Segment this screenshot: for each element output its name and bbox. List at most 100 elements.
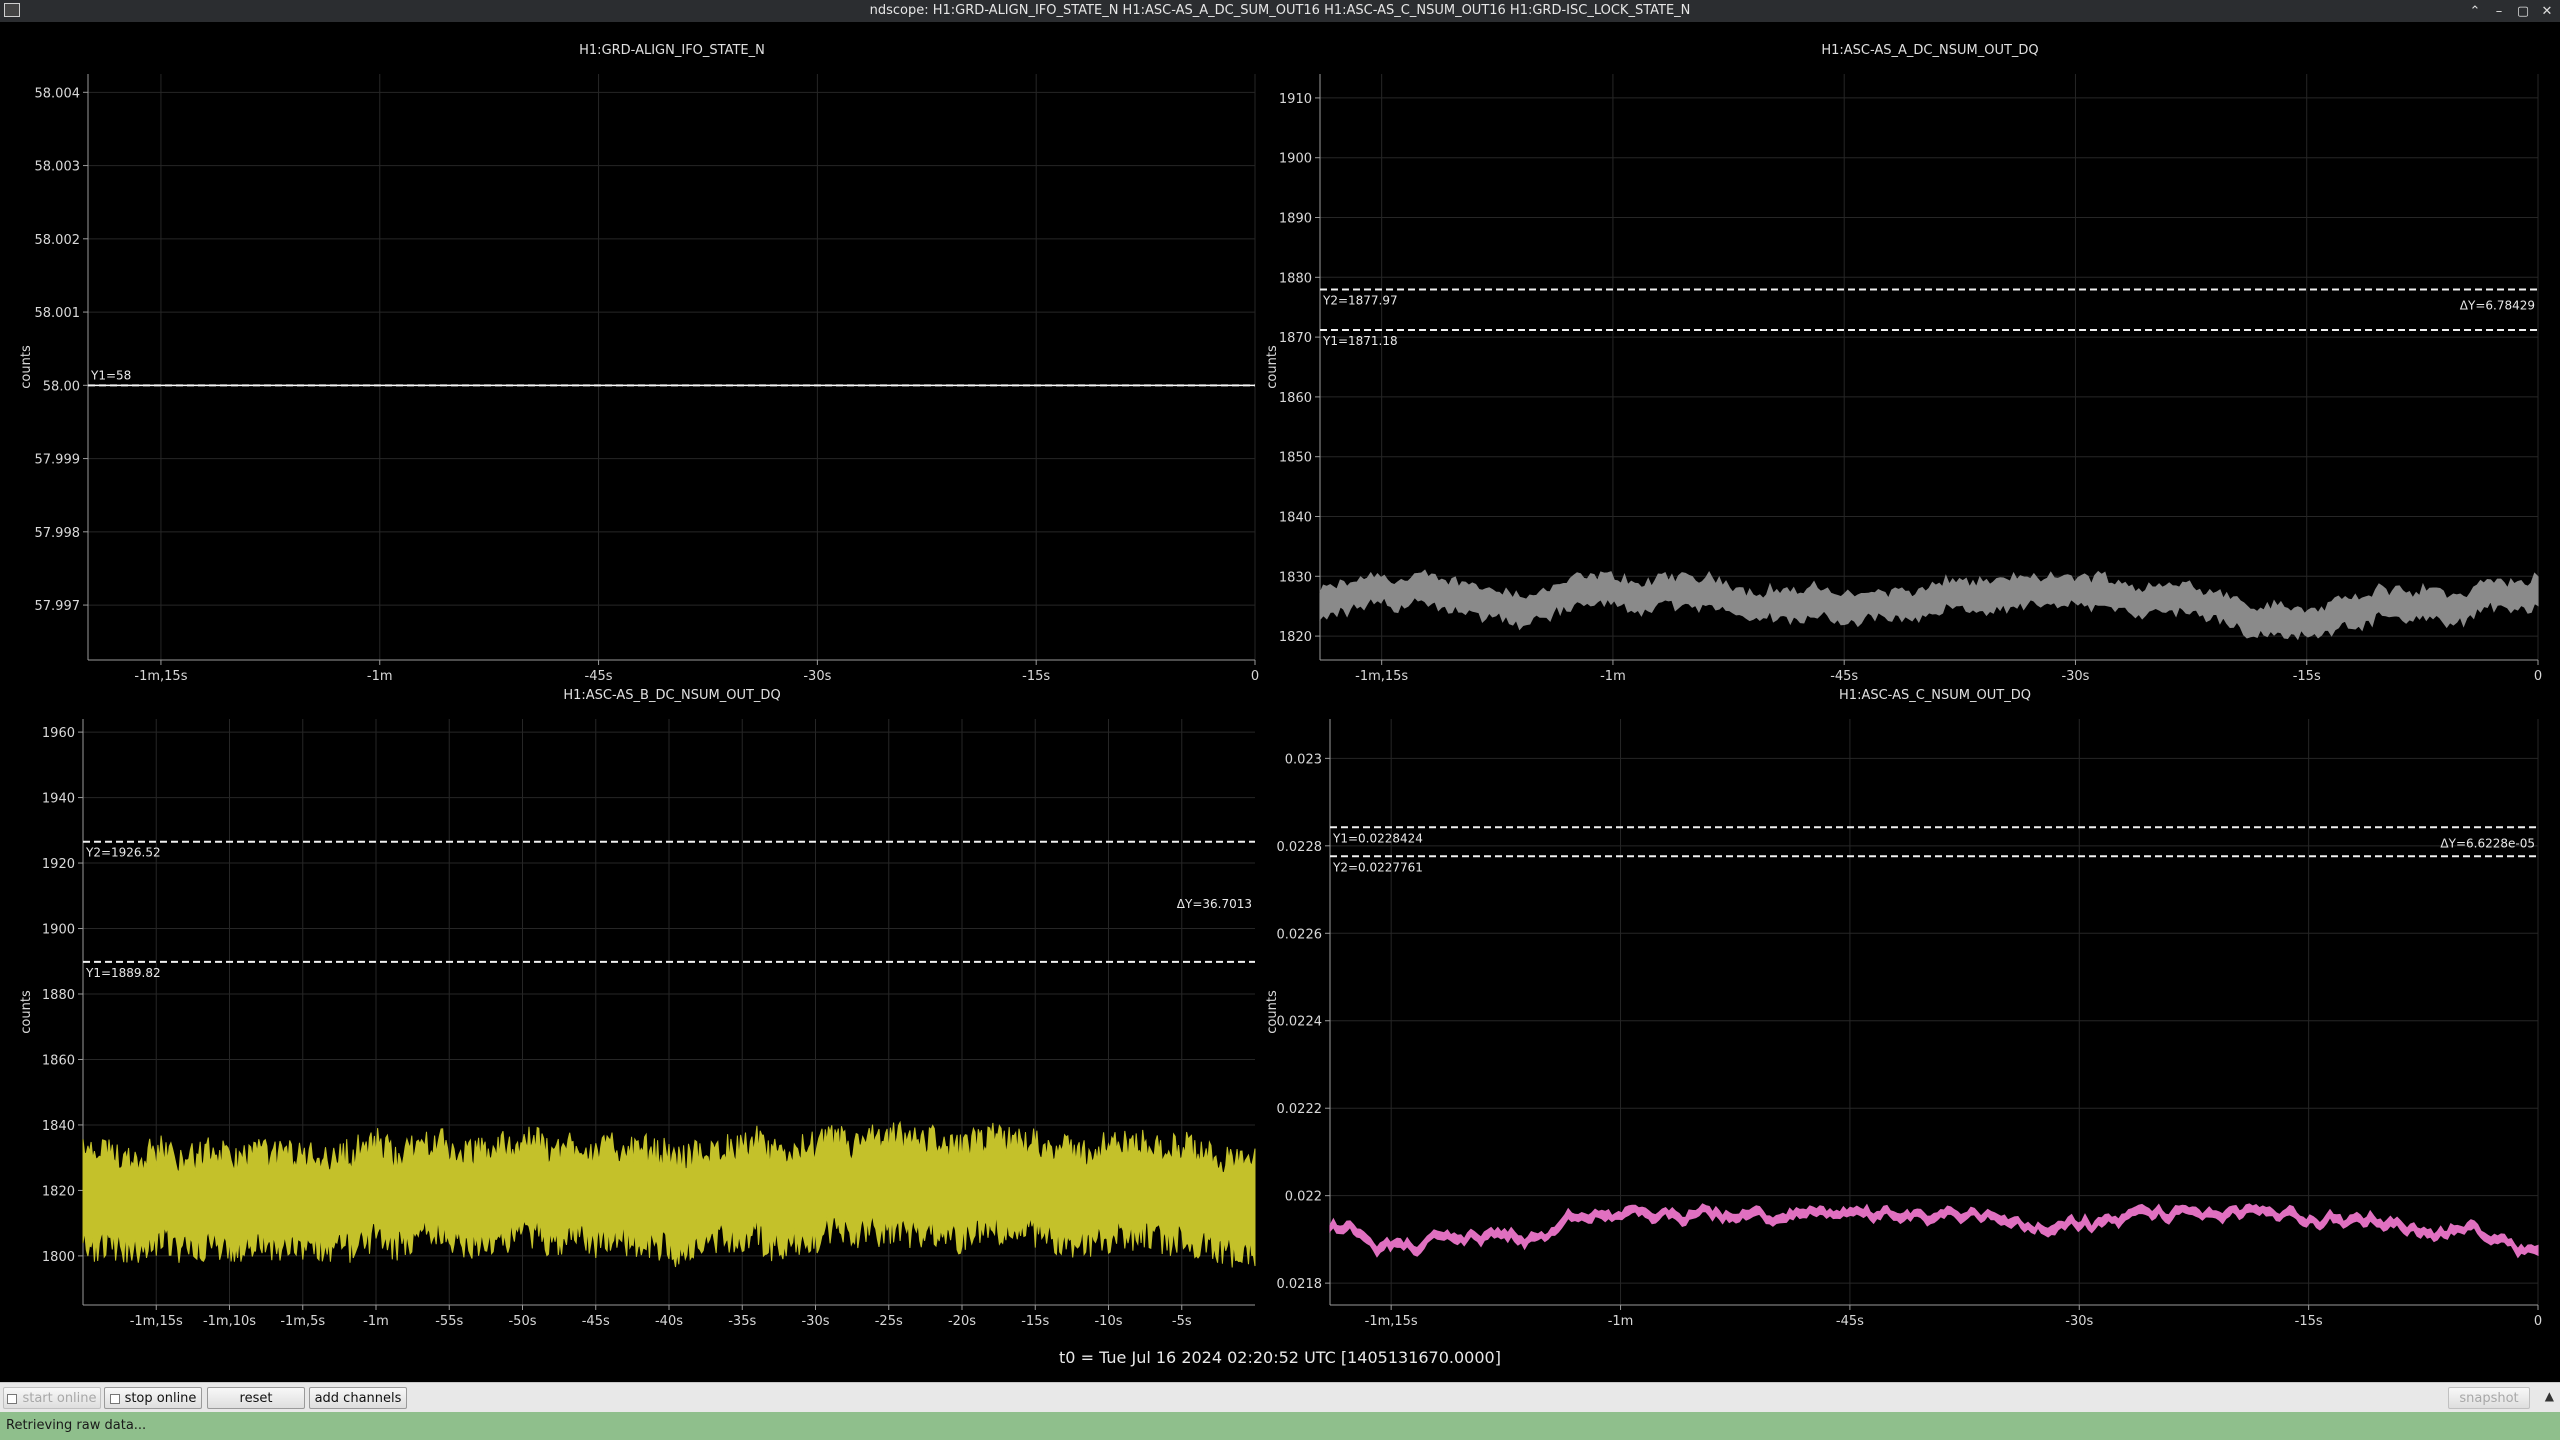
x-tick-label: -40s (655, 1314, 683, 1329)
data-trace (1319, 569, 2539, 641)
stop-online-label: stop online (124, 1391, 197, 1406)
y-tick-label: 1960 (42, 726, 75, 741)
x-tick-label: -30s (803, 669, 831, 684)
snapshot-button[interactable]: snapshot (2448, 1387, 2530, 1409)
checkbox-icon (7, 1393, 18, 1404)
x-tick-label: -15s (2293, 669, 2321, 684)
cursor-label: Y2=1926.52 (85, 846, 161, 860)
x-tick-label: 0 (1251, 669, 1259, 684)
y-tick-label: 1900 (1279, 152, 1312, 167)
y-tick-label: 1920 (42, 857, 75, 872)
x-tick-label: -30s (2061, 669, 2089, 684)
y-tick-label: 57.997 (35, 599, 81, 614)
x-tick-label: -25s (875, 1314, 903, 1329)
x-tick-label: -20s (948, 1314, 976, 1329)
y-tick-label: 0.023 (1285, 752, 1322, 767)
y-tick-label: 58.00 (43, 379, 80, 394)
y-tick-label: 58.001 (35, 306, 81, 321)
y-axis-label: counts (19, 990, 34, 1034)
x-tick-label: -1m (1600, 669, 1626, 684)
x-tick-label: -15s (1022, 669, 1050, 684)
x-tick-label: -1m,15s (130, 1314, 183, 1329)
plot-title: H1:ASC-AS_B_DC_NSUM_OUT_DQ (563, 688, 780, 703)
x-tick-label: -1m,15s (134, 669, 187, 684)
y-tick-label: 1830 (1279, 570, 1312, 585)
x-tick-label: -1m (367, 669, 393, 684)
data-trace (82, 1120, 1256, 1268)
y-tick-label: 1900 (42, 923, 75, 938)
x-tick-label: -1m,15s (1355, 669, 1408, 684)
status-bar: Retrieving raw data... (0, 1412, 2560, 1440)
x-tick-label: -45s (585, 669, 613, 684)
cursor-label: Y1=1871.18 (1322, 334, 1398, 348)
y-tick-label: 0.0224 (1277, 1015, 1323, 1030)
x-tick-label: -1m,15s (1365, 1314, 1418, 1329)
x-tick-label: -10s (1094, 1314, 1122, 1329)
x-tick-label: -50s (508, 1314, 536, 1329)
y-tick-label: 1880 (42, 988, 75, 1003)
plot-area[interactable]: H1:GRD-ALIGN_IFO_STATE_N 58.004 58.003 58.0… (0, 22, 2560, 1382)
cursor-label: Y2=1877.97 (1322, 293, 1398, 307)
y-tick-label: 1870 (1279, 331, 1312, 346)
y-tick-label: 57.999 (35, 453, 81, 468)
y-tick-label: 0.0226 (1277, 927, 1323, 942)
delta-label: ΔY=36.7013 (1177, 897, 1252, 911)
x-tick-label: -30s (801, 1314, 829, 1329)
y-axis-label: counts (19, 345, 34, 389)
plot-title: H1:ASC-AS_C_NSUM_OUT_DQ (1839, 688, 2031, 703)
x-tick-label: -5s (1172, 1314, 1192, 1329)
add-channels-button[interactable]: add channels (309, 1387, 407, 1409)
y-tick-label: 1880 (1279, 271, 1312, 286)
y-tick-label: 1800 (42, 1250, 75, 1265)
x-tick-label: -35s (728, 1314, 756, 1329)
x-tick-label: -45s (1830, 669, 1858, 684)
y-tick-label: 1940 (42, 792, 75, 807)
x-tick-label: -55s (435, 1314, 463, 1329)
reset-button[interactable]: reset (207, 1387, 305, 1409)
y-tick-label: 58.002 (35, 233, 81, 248)
stop-online-button[interactable]: stop online (104, 1387, 202, 1409)
y-tick-label: 58.004 (35, 86, 81, 101)
x-tick-label: -1m (1608, 1314, 1634, 1329)
close-icon[interactable]: ✕ (2540, 4, 2554, 19)
delta-label: ΔY=6.6228e-05 (2440, 836, 2535, 850)
plots-canvas[interactable]: H1:GRD-ALIGN_IFO_STATE_N 58.004 58.003 58.0… (0, 22, 2560, 1382)
plot-title: H1:GRD-ALIGN_IFO_STATE_N (579, 43, 765, 58)
t0-label: t0 = Tue Jul 16 2024 02:20:52 UTC [14051… (1059, 1348, 1501, 1367)
checkbox-icon (109, 1393, 120, 1404)
start-online-button[interactable]: start online (3, 1387, 101, 1409)
window-title: ndscope: H1:GRD-ALIGN_IFO_STATE_N H1:ASC… (869, 3, 1691, 18)
y-tick-label: 1890 (1279, 212, 1312, 227)
plot-title: H1:ASC-AS_A_DC_NSUM_OUT_DQ (1821, 43, 2038, 58)
y-tick-label: 1910 (1279, 92, 1312, 107)
cursor-label: Y1=58 (90, 368, 131, 382)
x-tick-label: -15s (1021, 1314, 1049, 1329)
x-tick-label: -45s (1836, 1314, 1864, 1329)
y-axis-label: counts (1265, 990, 1280, 1034)
y-tick-label: 1860 (1279, 391, 1312, 406)
window-titlebar: ndscope: H1:GRD-ALIGN_IFO_STATE_N H1:ASC… (0, 0, 2560, 22)
cursor-label: Y2=0.0227761 (1332, 860, 1423, 874)
minimize-icon[interactable]: – (2492, 4, 2506, 19)
y-tick-label: 1840 (42, 1119, 75, 1134)
y-tick-label: 0.0218 (1277, 1277, 1323, 1292)
x-tick-label: -1m,10s (203, 1314, 256, 1329)
start-online-label: start online (22, 1391, 97, 1406)
x-tick-label: -1m (363, 1314, 389, 1329)
maximize-icon[interactable]: ▢ (2516, 4, 2530, 19)
cursor-label: Y1=0.0228424 (1332, 831, 1423, 845)
collapse-arrow-icon[interactable]: ▲ (2545, 1389, 2554, 1403)
y-tick-label: 1850 (1279, 451, 1312, 466)
y-tick-label: 1820 (1279, 630, 1312, 645)
y-axis-label: counts (1265, 345, 1280, 389)
y-tick-label: 58.003 (35, 160, 81, 175)
keep-above-icon[interactable]: ⌃ (2468, 4, 2482, 19)
y-tick-label: 0.0222 (1277, 1102, 1323, 1117)
data-trace (1329, 1203, 2539, 1259)
x-tick-label: 0 (2534, 669, 2542, 684)
x-tick-label: -1m,5s (280, 1314, 325, 1329)
y-tick-label: 1820 (42, 1184, 75, 1199)
x-tick-label: -45s (582, 1314, 610, 1329)
y-tick-label: 1860 (42, 1053, 75, 1068)
x-tick-label: -30s (2065, 1314, 2093, 1329)
